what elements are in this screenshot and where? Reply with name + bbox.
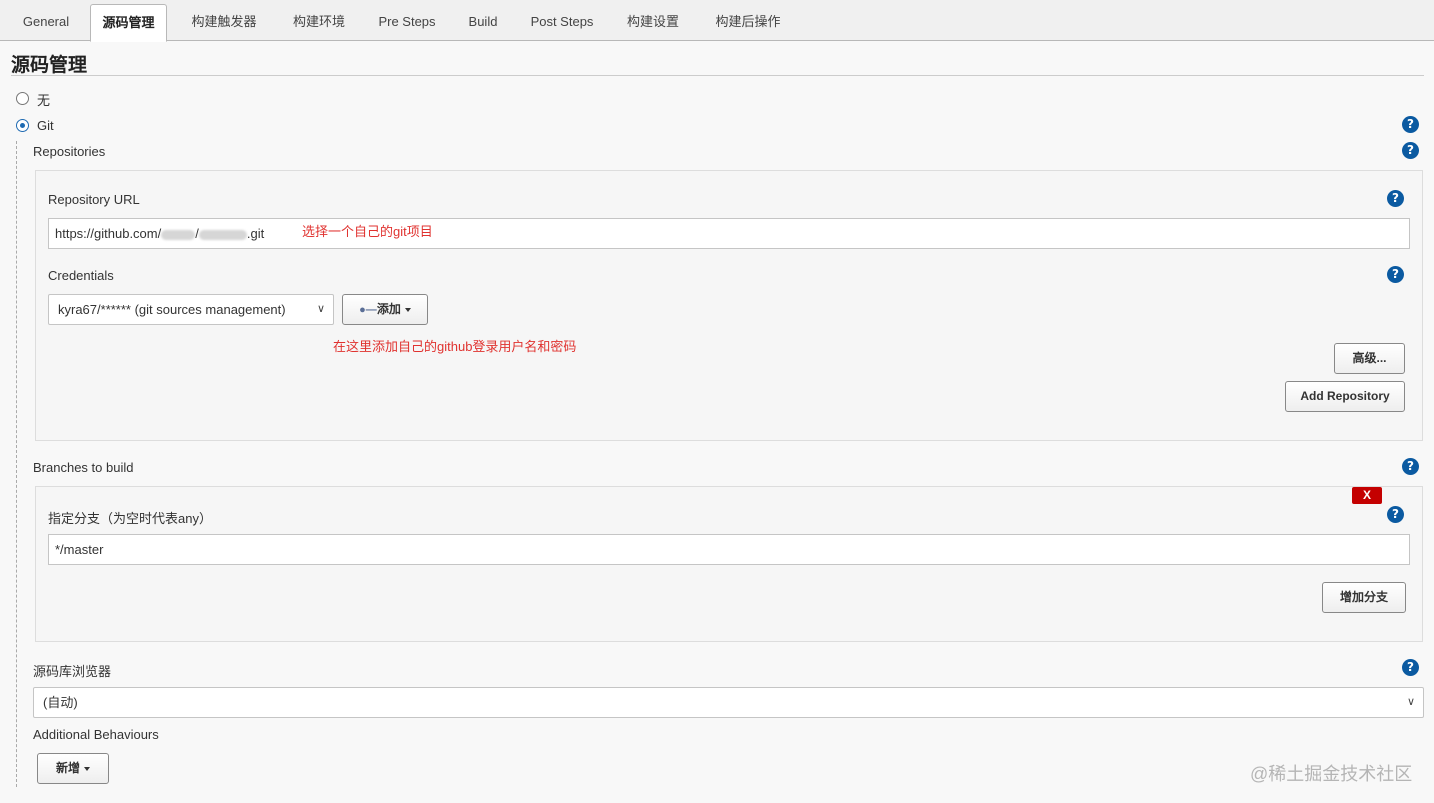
tab-source-management[interactable]: 源码管理 [90,4,167,42]
repository-url-suffix: .git [246,226,265,241]
credentials-value: kyra67/****** (git sources management) [58,302,286,317]
advanced-button[interactable]: 高级... [1334,343,1405,374]
tab-build[interactable]: Build [456,4,510,41]
tab-general[interactable]: General [8,4,84,41]
delete-branch-button[interactable]: X [1352,487,1382,504]
caret-down-icon [84,766,90,771]
add-behaviour-button[interactable]: 新增 [37,753,109,784]
redacted-repo [198,229,247,240]
repository-browser-select[interactable]: (自动) ∨ [33,687,1424,718]
repositories-help-icon[interactable]: ? [1402,142,1419,159]
tab-post-steps[interactable]: Post Steps [520,4,604,41]
repository-url-annotation: 选择一个自己的git项目 [302,224,433,239]
chevron-down-icon: ∨ [316,303,325,315]
tab-bar: General 源码管理 构建触发器 构建环境 Pre Steps Build … [0,0,1434,42]
credentials-label: Credentials [48,268,114,283]
additional-behaviours-label: Additional Behaviours [33,727,159,742]
tab-build-settings[interactable]: 构建设置 [614,4,692,41]
add-repository-button[interactable]: Add Repository [1285,381,1405,412]
add-credentials-label: 添加 [376,302,401,316]
repository-url-help-icon[interactable]: ? [1387,190,1404,207]
section-divider [11,75,1424,76]
redacted-owner [161,229,196,240]
add-branch-button[interactable]: 增加分支 [1322,582,1406,613]
repository-url-label: Repository URL [48,192,140,207]
repositories-label: Repositories [33,144,106,159]
add-credentials-button[interactable]: ●—添加 [342,294,428,325]
branches-help-icon[interactable]: ? [1402,458,1419,475]
section-title: 源码管理 [11,55,88,76]
git-section-guide-line [16,141,17,787]
caret-down-icon [404,307,411,312]
branch-specifier-input[interactable]: */master [48,534,1410,565]
credentials-help-icon[interactable]: ? [1387,266,1404,283]
repository-browser-label: 源码库浏览器 [33,664,112,679]
tab-build-triggers[interactable]: 构建触发器 [177,4,271,41]
scm-none-label[interactable]: 无 [37,90,50,109]
repository-browser-help-icon[interactable]: ? [1402,659,1419,676]
repository-url-prefix: https://github.com/ [55,226,162,241]
repository-browser-value: (自动) [43,695,78,710]
watermark: @稀土掘金技术社区 [1250,764,1413,784]
chevron-down-icon: ∨ [1406,696,1415,708]
scm-git-label[interactable]: Git [37,118,54,133]
scm-git-radio[interactable] [16,119,29,132]
credentials-annotation: 在这里添加自己的github登录用户名和密码 [333,339,577,354]
key-icon: ●— [359,304,377,316]
repository-url-input[interactable]: https://github.com// .git [48,218,1410,249]
credentials-select[interactable]: kyra67/****** (git sources management) ∨ [48,294,334,325]
tab-build-environment[interactable]: 构建环境 [280,4,358,41]
tab-post-build-actions[interactable]: 构建后操作 [702,4,794,41]
branches-label: Branches to build [33,460,134,475]
branch-specifier-help-icon[interactable]: ? [1387,506,1404,523]
scm-none-radio[interactable] [16,92,29,105]
branch-specifier-label: 指定分支（为空时代表any） [48,511,212,526]
tab-pre-steps[interactable]: Pre Steps [368,4,446,41]
git-help-icon[interactable]: ? [1402,116,1419,133]
add-behaviour-label: 新增 [55,761,80,775]
